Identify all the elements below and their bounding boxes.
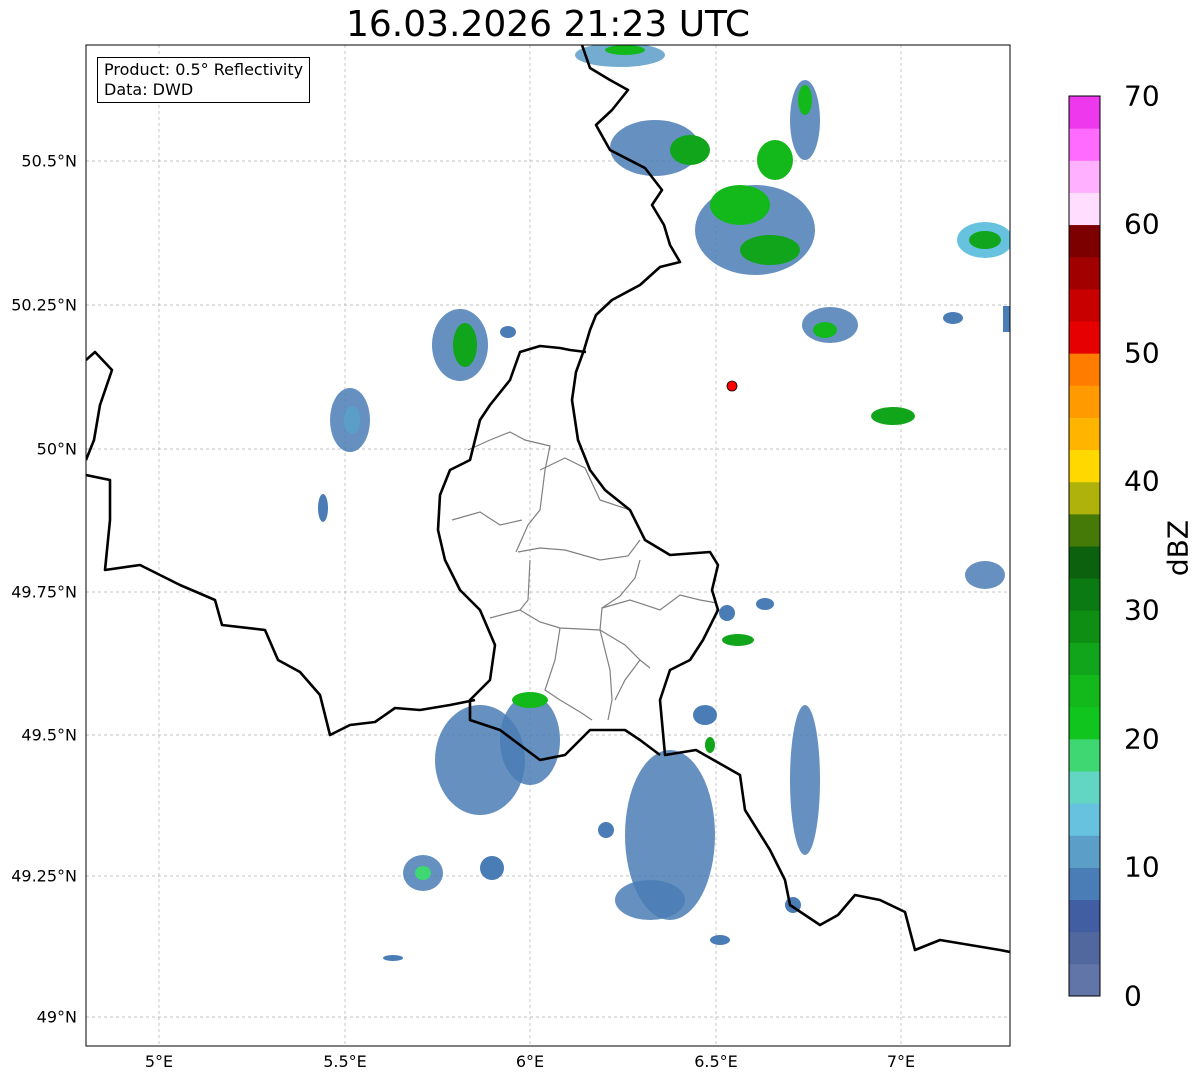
radar-site-marker: [726, 380, 738, 392]
x-tick-label: 5°E: [144, 1052, 174, 1071]
colorbar-segment: [1069, 835, 1100, 868]
colorbar-segment: [1069, 449, 1100, 483]
colorbar-segment: [1069, 578, 1100, 611]
y-tick-label: 49.25°N: [11, 866, 77, 886]
colorbar-segment: [1069, 738, 1100, 772]
colorbar-segment: [1069, 867, 1100, 901]
data-source-label: Data: DWD: [104, 80, 194, 99]
colorbar-segment: [1069, 771, 1100, 804]
colorbar-label: 20: [1124, 722, 1160, 756]
colorbar-segment: [1069, 353, 1100, 386]
y-tick-label: 50°N: [36, 439, 77, 459]
gridlines: [86, 45, 1010, 1046]
colorbar-segment: [1069, 128, 1100, 161]
product-label: Product: 0.5° Reflectivity: [104, 60, 304, 79]
colorbar-segment: [1069, 160, 1100, 193]
colorbar-segment: [1069, 513, 1100, 547]
colorbar-segment: [1069, 642, 1100, 676]
colorbar-segment: [1069, 224, 1100, 258]
y-tick-label: 49°N: [36, 1007, 77, 1027]
colorbar-segment: [1069, 256, 1100, 290]
colorbar-segment: [1069, 706, 1100, 740]
colorbar-segment: [1069, 96, 1100, 129]
country-borders: [86, 45, 1010, 954]
colorbar-segment: [1069, 385, 1100, 418]
y-tick-label: 50.25°N: [11, 295, 77, 315]
colorbar-unit: dBZ: [1161, 519, 1195, 577]
colorbar-label: 50: [1124, 336, 1160, 370]
radar-map: [85, 44, 1101, 1047]
y-tick-label: 50.5°N: [21, 151, 77, 171]
colorbar-segment: [1069, 899, 1100, 933]
colorbar-label: 60: [1124, 207, 1160, 241]
y-tick-label: 49.5°N: [21, 725, 77, 745]
colorbar-label: 10: [1124, 850, 1160, 884]
radar-echoes: [318, 45, 1010, 961]
colorbar-segment: [1069, 674, 1100, 708]
colorbar-label: 40: [1124, 464, 1160, 498]
info-box: Product: 0.5° Reflectivity Data: DWD: [97, 57, 311, 103]
colorbar-segment: [1069, 931, 1100, 965]
colorbar-segment: [1069, 192, 1100, 226]
colorbar-segment: [1069, 321, 1100, 354]
colorbar-segment: [1069, 417, 1100, 451]
colorbar: [1068, 95, 1101, 997]
colorbar-segment: [1069, 481, 1100, 515]
colorbar-label: 70: [1124, 79, 1160, 113]
y-tick-label: 49.75°N: [11, 582, 77, 602]
colorbar-label: 0: [1124, 979, 1142, 1013]
colorbar-label: 30: [1124, 593, 1160, 627]
x-tick-label: 7°E: [886, 1052, 916, 1071]
colorbar-segment: [1069, 288, 1100, 322]
colorbar-segment: [1069, 546, 1100, 579]
x-tick-label: 6.5°E: [694, 1052, 738, 1071]
x-tick-label: 6°E: [515, 1052, 545, 1071]
colorbar-segment: [1069, 610, 1100, 643]
colorbar-segment: [1069, 963, 1100, 997]
map-frame: [85, 44, 1011, 1047]
x-tick-label: 5.5°E: [323, 1052, 367, 1071]
colorbar-segment: [1069, 803, 1100, 836]
